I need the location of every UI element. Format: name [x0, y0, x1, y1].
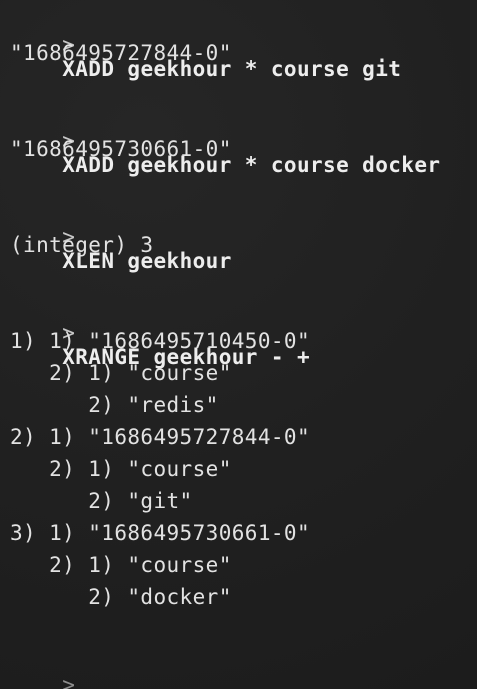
- output-line: 3) 1) "1686495730661-0": [10, 521, 310, 545]
- active-prompt-line[interactable]: >: [10, 649, 75, 689]
- output-line: 2) "docker": [10, 585, 232, 609]
- output-line: "1686495727844-0": [10, 41, 232, 65]
- output-line: 2) 1) "course": [10, 457, 232, 481]
- terminal-window[interactable]: > XADD geekhour * course git "1686495727…: [0, 0, 477, 689]
- output-line: (integer) 3: [10, 233, 154, 257]
- prompt-symbol: >: [62, 673, 76, 689]
- output-line: 2) "git": [10, 489, 193, 513]
- output-line: 2) "redis": [10, 393, 219, 417]
- output-line: "1686495730661-0": [10, 137, 232, 161]
- output-line: 2) 1) "1686495727844-0": [10, 425, 310, 449]
- output-line: 1) 1) "1686495710450-0": [10, 329, 310, 353]
- output-line: 2) 1) "course": [10, 553, 232, 577]
- output-line: 2) 1) "course": [10, 361, 232, 385]
